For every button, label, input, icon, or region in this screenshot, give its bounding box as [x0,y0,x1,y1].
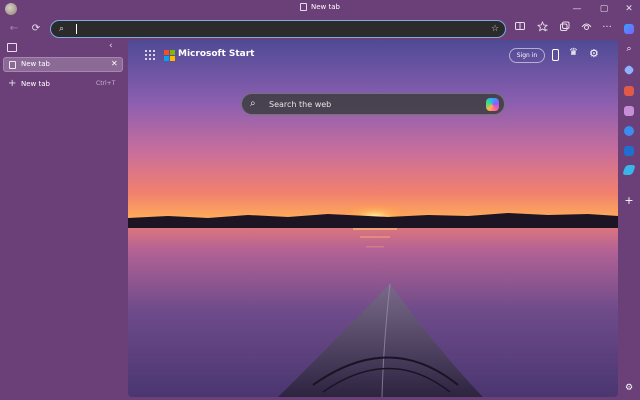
microsoft-logo [164,50,175,61]
browser-essentials-icon[interactable] [578,21,594,37]
page-settings-icon[interactable]: ⚙ [589,47,599,60]
favorites-icon[interactable] [534,20,550,37]
maximize-button[interactable]: ▢ [597,2,611,16]
tab-actions-icon[interactable] [7,43,17,52]
new-tab-shortcut: Ctrl+T [96,80,116,87]
add-icon[interactable]: + [622,194,636,208]
web-search-box[interactable]: ⌕ Search the web [241,93,505,115]
rail-settings-icon[interactable]: ⚙ [622,381,636,395]
tab-icon [300,3,307,11]
close-window-button[interactable]: ✕ [622,2,636,16]
window-title: New tab [300,3,340,11]
tab-new-tab[interactable]: New tab ✕ [3,57,123,72]
copilot-rail-icon[interactable] [624,24,634,34]
address-input[interactable] [75,23,475,35]
brand-name[interactable]: Microsoft Start [178,49,255,59]
games-icon[interactable] [624,106,634,116]
text-cursor [76,24,77,34]
plus-icon: + [8,78,17,89]
page-content: Microsoft Start Sign in ♛ ⚙ ⌕ Search the… [128,40,618,397]
search-icon: ⌕ [250,98,256,109]
address-bar[interactable]: ⌕ ☆ [50,20,506,38]
close-tab-icon[interactable]: ✕ [111,59,118,68]
rewards-icon[interactable]: ♛ [569,47,578,58]
refresh-button[interactable]: ⟳ [28,21,44,37]
new-tab-button[interactable]: + New tab Ctrl+T [3,78,123,92]
more-icon[interactable]: ··· [599,20,615,36]
phone-icon[interactable] [552,49,559,61]
back-button[interactable]: ← [6,21,22,37]
add-favorite-icon[interactable]: ☆ [489,23,501,35]
copilot-icon[interactable] [624,126,634,136]
collections-icon[interactable] [556,21,572,37]
profile-avatar[interactable] [5,3,17,15]
tab-icon [9,61,16,69]
new-tab-label: New tab [21,80,50,88]
outlook-icon[interactable] [624,146,634,156]
apps-grid-icon[interactable] [145,50,155,60]
search-icon[interactable]: ⌕ [622,42,636,56]
collapse-panel-icon[interactable]: ‹ [109,41,113,51]
search-icon: ⌕ [59,24,65,34]
tab-label: New tab [21,60,50,68]
minimize-button[interactable]: — [570,2,584,16]
search-placeholder: Search the web [269,100,332,109]
toolbox-icon[interactable] [624,86,634,96]
sign-in-button[interactable]: Sign in [509,48,545,63]
copilot-icon[interactable] [486,98,499,111]
split-screen-icon[interactable] [512,21,528,37]
sidebar-rail [618,18,640,400]
window-title-text: New tab [311,3,340,11]
vertical-tabs-panel [0,40,128,400]
